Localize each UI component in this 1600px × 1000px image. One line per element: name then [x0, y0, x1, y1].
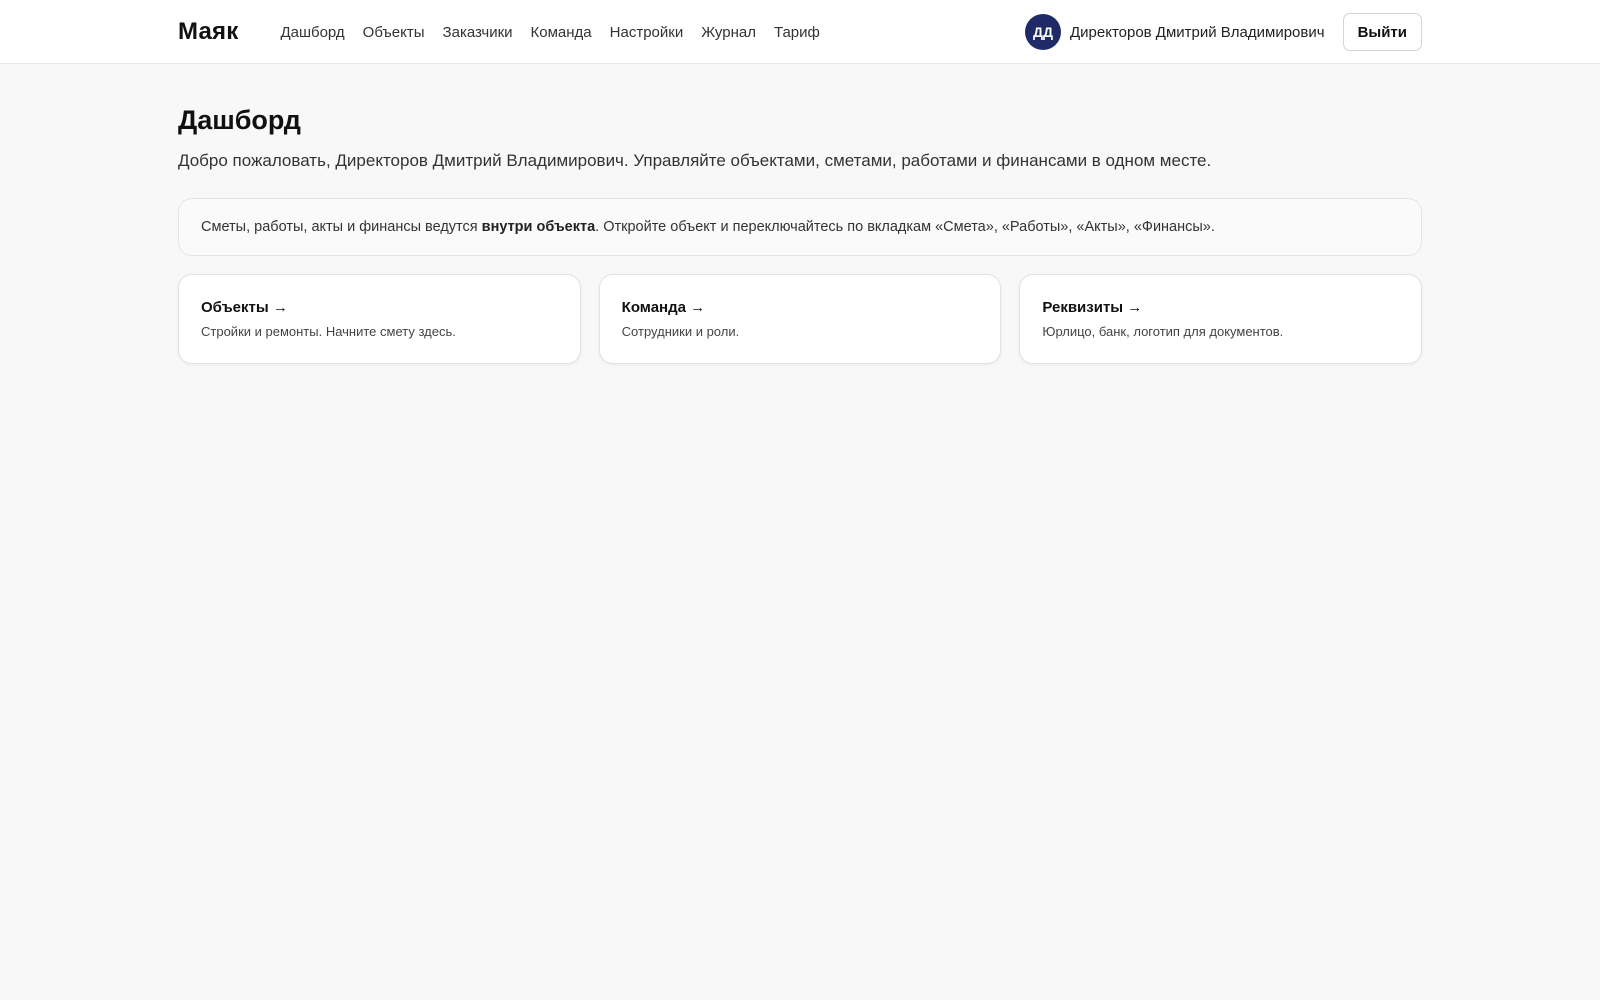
logout-button[interactable]: Выйти — [1342, 13, 1422, 51]
card-objects[interactable]: Объекты → Стройки и ремонты. Начните сме… — [178, 274, 581, 365]
nav-item-dashboard[interactable]: Дашборд — [280, 24, 344, 41]
card-title: Объекты → — [201, 299, 288, 317]
card-description: Сотрудники и роли. — [621, 324, 740, 340]
user-profile[interactable]: ДД Директоров Дмитрий Владимирович — [1024, 14, 1325, 50]
top-navigation-inner: Маяк Дашборд Объекты Заказчики Команда Н… — [178, 0, 1422, 64]
card-title: Реквизиты → — [1042, 299, 1143, 317]
main-nav: Дашборд Объекты Заказчики Команда Настро… — [280, 24, 819, 41]
page-title: Дашборд — [178, 105, 301, 135]
main-content: Дашборд Добро пожаловать, Директоров Дми… — [178, 64, 1423, 365]
notice-text-part1: Сметы, работы, акты и финансы ведутся — [201, 219, 482, 236]
top-navigation-bar: Маяк Дашборд Объекты Заказчики Команда Н… — [0, 0, 1600, 64]
card-title: Команда → — [621, 299, 706, 317]
nav-item-customers[interactable]: Заказчики — [443, 24, 513, 41]
card-description: Юрлицо, банк, логотип для документов. — [1042, 324, 1284, 340]
page-subtitle: Добро пожаловать, Директоров Дмитрий Вла… — [178, 151, 1212, 171]
nav-item-journal[interactable]: Журнал — [701, 24, 756, 41]
nav-item-tariff[interactable]: Тариф — [774, 24, 820, 41]
nav-item-objects[interactable]: Объекты — [363, 24, 425, 41]
avatar[interactable]: ДД — [1024, 14, 1061, 50]
card-requisites[interactable]: Реквизиты → Юрлицо, банк, логотип для до… — [1019, 274, 1423, 365]
quick-links: Объекты → Стройки и ремонты. Начните сме… — [178, 274, 1423, 365]
brand-logo[interactable]: Маяк — [178, 18, 238, 46]
nav-item-settings[interactable]: Настройки — [610, 24, 684, 41]
card-description: Стройки и ремонты. Начните смету здесь. — [201, 324, 456, 340]
notice-text-part2: . Откройте объект и переключайтесь по вк… — [595, 219, 1215, 236]
user-name: Директоров Дмитрий Владимирович — [1069, 23, 1325, 41]
notice-text-bold: внутри объекта — [481, 219, 596, 236]
nav-item-team[interactable]: Команда — [531, 24, 592, 41]
card-team[interactable]: Команда → Сотрудники и роли. — [598, 274, 1002, 365]
info-notice: Сметы, работы, акты и финансы ведутся вн… — [178, 198, 1422, 257]
notice-text: Сметы, работы, акты и финансы ведутся вн… — [201, 219, 1215, 235]
